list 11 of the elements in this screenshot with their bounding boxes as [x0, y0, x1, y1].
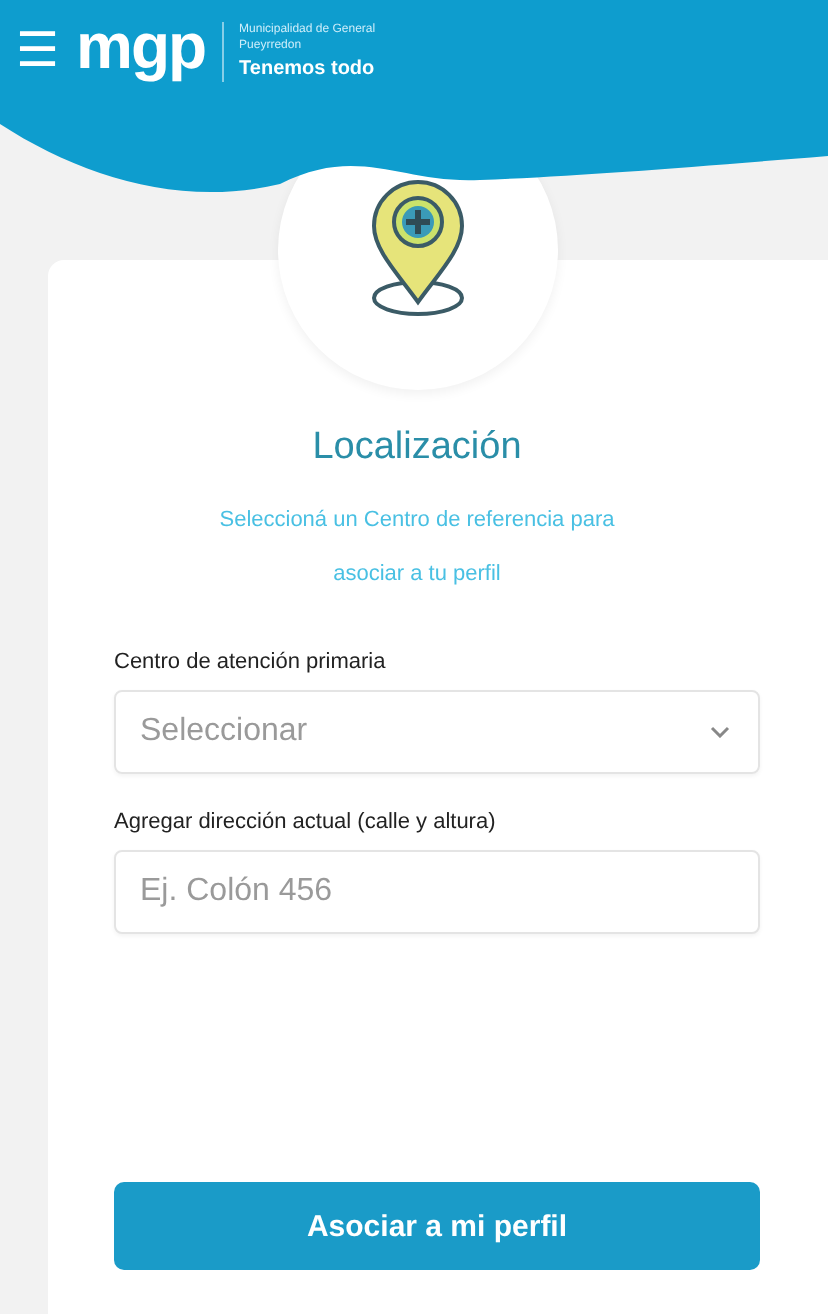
- description: Seleccioná un Centro de referencia para asociar a tu perfil: [217, 506, 617, 590]
- logo: mgp: [76, 14, 206, 78]
- select-field[interactable]: Seleccionar: [114, 690, 760, 774]
- field-label: Centro de atención primaria: [114, 650, 388, 674]
- field-label: Agregar dirección actual (calle y altura): [114, 810, 498, 834]
- slogan: Tenemos todo: [239, 57, 377, 80]
- menu-icon[interactable]: ☰: [16, 28, 60, 76]
- address-field[interactable]: Ej. Colón 456: [114, 850, 760, 934]
- section-title: Localización: [310, 426, 524, 470]
- chevron-down-icon: [710, 726, 730, 738]
- associate-button[interactable]: Asociar a mi perfil: [114, 1182, 760, 1270]
